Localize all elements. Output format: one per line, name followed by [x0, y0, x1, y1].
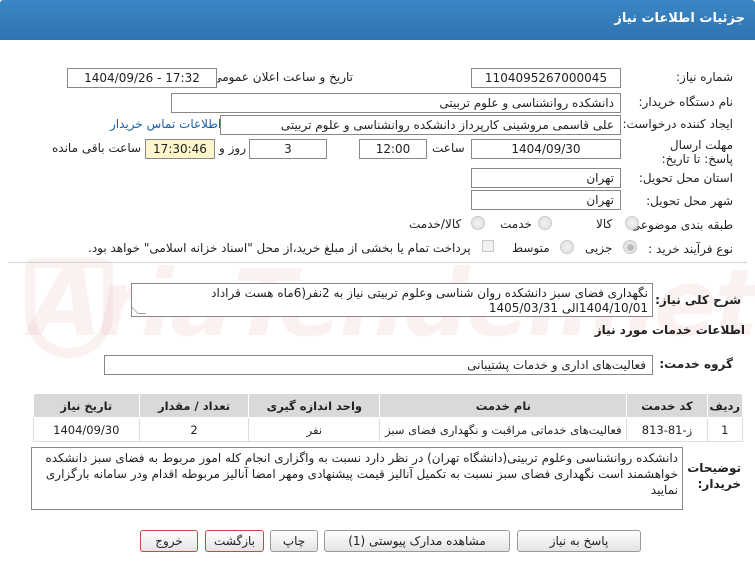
remaining-time-label: ساعت باقی مانده: [52, 141, 142, 155]
services-table: ردیف کد خدمت نام خدمت واحد اندازه گیری ت…: [33, 393, 744, 442]
column-header-quantity: تعداد / مقدار: [138, 393, 250, 418]
print-button[interactable]: چاپ: [270, 530, 318, 552]
requester-field: علی قاسمی مروشینی کارپرداز دانشکده روانش…: [220, 115, 621, 135]
province-field: تهران: [471, 168, 621, 188]
buyer-notes-text: دانشکده روانشناسی وعلوم تربیتی(دانشگاه ت…: [45, 451, 678, 497]
buyer-org-label: نام دستگاه خریدار:: [638, 95, 734, 109]
section-divider: [8, 262, 747, 263]
deadline-time-label: ساعت: [432, 141, 465, 155]
remaining-time-field: 17:30:46: [145, 139, 215, 159]
category-option-goods-service: کالا/خدمت: [409, 217, 462, 231]
category-label: طبقه بندی موضوعی:: [626, 218, 733, 232]
announce-datetime-label: تاریخ و ساعت اعلان عمومی:: [208, 70, 353, 84]
general-description-label: شرح کلی نیاز:: [655, 293, 741, 307]
deadline-date-field: 1404/09/30: [471, 139, 621, 159]
column-header-unit: واحد اندازه گیری: [248, 393, 381, 418]
category-radio-goods-service[interactable]: [471, 216, 485, 230]
service-group-label: گروه خدمت:: [659, 357, 733, 371]
treasury-payment-note: پرداخت تمام یا بخشی از مبلغ خرید،از محل …: [88, 241, 471, 255]
province-label: استان محل تحویل:: [638, 171, 733, 185]
cell-row-number: 1: [706, 417, 744, 442]
column-header-service-code: کد خدمت: [626, 393, 708, 418]
general-description-box[interactable]: نگهداری فضای سبز دانشکده روان شناسی وعلو…: [130, 283, 653, 317]
category-radio-service[interactable]: [538, 216, 552, 230]
back-button[interactable]: بازگشت: [205, 530, 264, 552]
table-header-row: ردیف کد خدمت نام خدمت واحد اندازه گیری ت…: [33, 393, 744, 418]
buyer-contact-link[interactable]: اطلاعات تماس خریدار: [110, 117, 221, 131]
deadline-label: مهلت ارسال پاسخ: تا تاریخ:: [661, 138, 733, 166]
purchase-type-label: نوع فرآیند خرید :: [648, 242, 733, 256]
category-option-service: خدمت: [500, 217, 532, 231]
cell-need-date: 1404/09/30: [33, 417, 140, 442]
days-label: روز و: [219, 141, 246, 155]
announce-datetime-field: 1404/09/26 - 17:32: [67, 68, 217, 88]
category-radio-goods[interactable]: [625, 216, 639, 230]
title-bar: جزئیات اطلاعات نیاز: [0, 0, 755, 40]
buyer-notes-label: توضیحات خریدار:: [687, 461, 741, 491]
purchase-type-radio-minor[interactable]: [623, 240, 637, 254]
need-number-field: 1104095267000045: [471, 68, 621, 88]
services-heading: اطلاعات خدمات مورد نیاز: [594, 323, 745, 337]
purchase-type-option-medium: متوسط: [512, 241, 550, 255]
column-header-service-name: نام خدمت: [379, 393, 628, 418]
resize-handle-icon[interactable]: [130, 306, 146, 314]
deadline-time-field: 12:00: [359, 139, 427, 159]
purchase-type-option-minor: جزیی: [585, 241, 613, 255]
exit-button[interactable]: خروج: [140, 530, 198, 552]
column-header-row-number: ردیف: [706, 393, 744, 418]
table-row: 1 ز-81-813 فعالیت‌های خدماتی مراقبت و نگ…: [33, 417, 744, 442]
window-title: جزئیات اطلاعات نیاز: [614, 11, 745, 26]
reply-button[interactable]: پاسخ به نیاز: [517, 530, 641, 552]
category-option-goods: کالا: [596, 217, 613, 231]
treasury-payment-checkbox[interactable]: [482, 240, 494, 252]
need-number-label: شماره نیاز:: [676, 70, 733, 84]
cell-service-name: فعالیت‌های خدماتی مراقبت و نگهداری فضای …: [379, 417, 628, 442]
general-description-text: نگهداری فضای سبز دانشکده روان شناسی وعلو…: [211, 286, 648, 315]
purchase-type-radio-medium[interactable]: [560, 240, 574, 254]
column-header-need-date: تاریخ نیاز: [33, 393, 140, 418]
city-label: شهر محل تحویل:: [646, 194, 733, 208]
city-field: تهران: [471, 190, 621, 210]
buyer-org-field: دانشکده روانشناسی و علوم تربیتی: [171, 93, 621, 113]
remaining-days-field: 3: [249, 139, 327, 159]
service-group-field: فعالیت‌های اداری و خدمات پشتیبانی: [104, 355, 653, 375]
cell-unit: نفر: [248, 417, 381, 442]
buyer-notes-box[interactable]: دانشکده روانشناسی وعلوم تربیتی(دانشگاه ت…: [31, 447, 683, 510]
cell-service-code: ز-81-813: [626, 417, 708, 442]
view-attachments-button[interactable]: مشاهده مدارک پیوستی (1): [324, 530, 510, 552]
requester-label: ایجاد کننده درخواست:: [622, 117, 733, 131]
cell-quantity: 2: [138, 417, 250, 442]
